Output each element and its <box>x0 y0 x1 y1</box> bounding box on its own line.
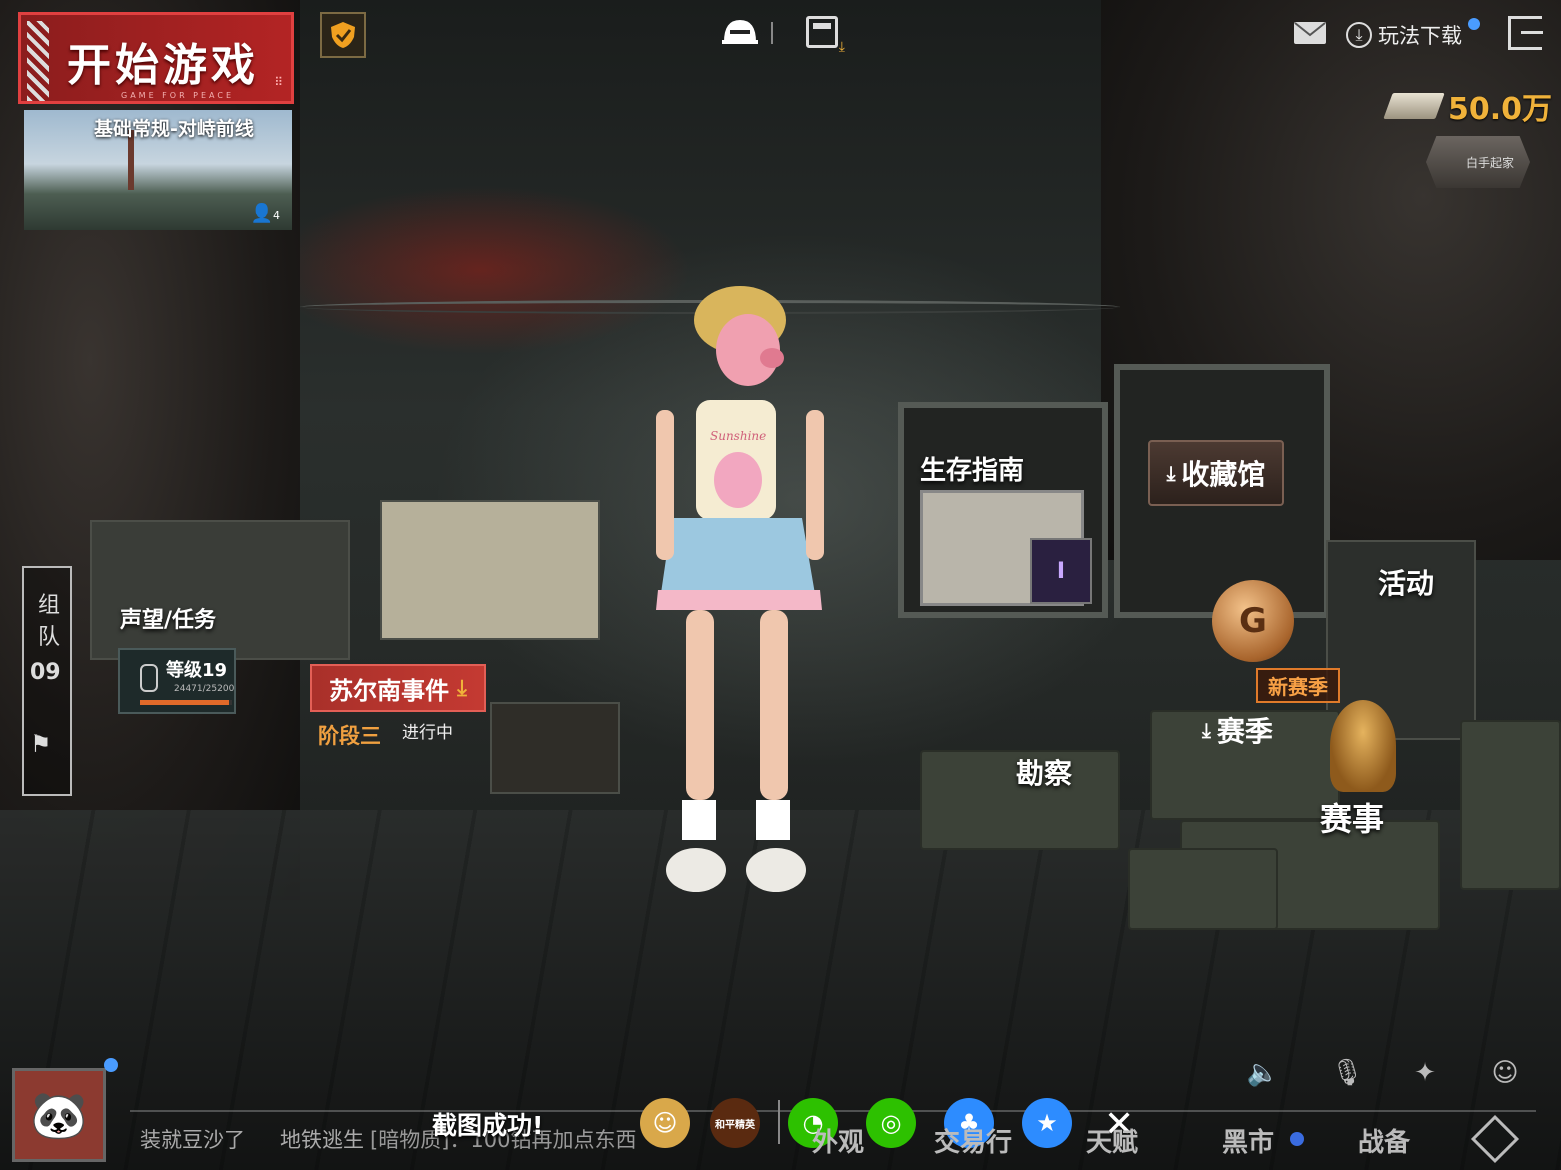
title-badge[interactable]: 白手起家 <box>1426 136 1530 188</box>
event-label: 苏尔南事件 <box>329 676 450 705</box>
shield-icon <box>331 22 355 48</box>
tournament-button[interactable]: 赛事 <box>1320 794 1384 840</box>
event-status: 进行中 <box>402 723 453 743</box>
flag-icon: ⚑ <box>30 730 52 758</box>
season-trophy[interactable]: G <box>1212 580 1294 662</box>
person-icon: 👤 <box>250 203 273 224</box>
notification-dot <box>1290 1132 1304 1146</box>
chat-message-2[interactable]: 地铁逃生 <box>280 1124 364 1154</box>
hazard-stripes <box>27 21 49 101</box>
collection-label: 收藏馆 <box>1181 458 1266 491</box>
player-avatar[interactable]: 🐼 <box>12 1068 106 1162</box>
shirt-text: Sunshine <box>710 429 766 443</box>
badge-label: 白手起家 <box>1465 155 1514 170</box>
screenshot-toast: 截图成功! <box>432 1111 544 1140</box>
team-number: 09 <box>30 660 61 685</box>
reputation-task-button[interactable]: 声望/任务 <box>120 602 216 634</box>
microphone-icon[interactable]: 🎙 <box>1328 1054 1366 1092</box>
download-play-button[interactable]: ⤓ 玩法下载 <box>1346 18 1480 50</box>
speaker-icon[interactable]: 🔈 <box>1244 1054 1282 1092</box>
pegboard <box>380 500 600 640</box>
security-shield-button[interactable] <box>320 12 366 58</box>
mail-icon[interactable] <box>1294 22 1326 44</box>
recon-button[interactable]: 勘察 <box>1016 752 1072 792</box>
mode-select-card[interactable]: 基础常规-对峙前线 👤4 <box>24 110 292 230</box>
old-tv <box>490 702 620 794</box>
level-progress-bar <box>140 700 232 705</box>
event-stage: 阶段三 <box>318 724 381 748</box>
dogtag-icon <box>140 664 158 692</box>
download-icon: ⤓ <box>1202 718 1211 742</box>
crate-5 <box>1128 848 1278 930</box>
level-label: 等级19 <box>166 660 228 681</box>
notification-dot <box>1468 18 1480 30</box>
panda-avatar-icon: 🐼 <box>30 1087 88 1142</box>
rank-badge[interactable]: I <box>1030 538 1092 604</box>
download-icon: ⤓ <box>1346 22 1372 48</box>
cash-icon <box>1383 93 1445 119</box>
emote-icon[interactable]: ☺ <box>1486 1054 1524 1092</box>
team-label: 组队 <box>37 593 60 650</box>
new-season-tag: 新赛季 <box>1256 668 1340 703</box>
event-button[interactable]: 苏尔南事件 ⤓ <box>310 664 486 712</box>
share-game-logo-icon[interactable]: 和平精英 <box>710 1098 760 1148</box>
crate-4 <box>1460 720 1561 890</box>
helmet-icon[interactable] <box>720 16 760 56</box>
collection-button[interactable]: ⤓ 收藏馆 <box>1148 440 1284 506</box>
nav-talent[interactable]: 天赋 <box>1086 1122 1138 1159</box>
player-character[interactable]: Sunshine <box>630 280 850 900</box>
download-play-label: 玩法下载 <box>1378 24 1462 48</box>
season-label: 赛季 <box>1216 715 1273 748</box>
wechat-moments-icon[interactable]: ◎ <box>866 1098 916 1148</box>
start-game-button[interactable]: 开始游戏 GAME FOR PEACE ⠿ <box>18 12 294 104</box>
coin-value: 50.0万 <box>1448 92 1553 127</box>
share-friends-icon[interactable]: ☺ <box>640 1098 690 1148</box>
season-button[interactable]: ⤓ 赛季 <box>1202 710 1273 750</box>
level-card[interactable]: 等级19 24471/25200 <box>118 648 236 714</box>
start-game-label: 开始游戏 <box>67 40 259 91</box>
activity-button[interactable]: 活动 <box>1378 562 1434 602</box>
chat-message-1[interactable]: 装就豆沙了 <box>140 1124 245 1154</box>
nav-trade[interactable]: 交易行 <box>934 1122 1012 1159</box>
exit-icon[interactable] <box>1508 16 1543 50</box>
workbench-left <box>90 520 350 660</box>
team-size-icon: 👤4 <box>251 203 280 224</box>
level-xp: 24471/25200 <box>174 684 235 694</box>
nav-market[interactable]: 黑市 <box>1222 1122 1274 1159</box>
nav-gear[interactable]: 战备 <box>1358 1122 1410 1159</box>
tournament-trophy[interactable] <box>1330 700 1396 792</box>
magic-wand-icon[interactable]: ✦ <box>1406 1054 1444 1092</box>
grip-icon: ⠿ <box>274 75 283 89</box>
calculator-icon[interactable]: ⤓ <box>806 16 845 55</box>
qzone-icon[interactable]: ★ <box>1022 1098 1072 1148</box>
team-size: 4 <box>273 209 280 222</box>
start-game-subtitle: GAME FOR PEACE <box>121 91 235 100</box>
notification-dot <box>104 1058 118 1072</box>
mode-label: 基础常规-对峙前线 <box>94 118 254 140</box>
currency-display[interactable]: 50.0万 <box>1383 84 1553 128</box>
game-logo-text: 和平精英 <box>715 1119 755 1131</box>
survival-guide-button[interactable]: 生存指南 <box>920 450 1024 487</box>
nav-appearance[interactable]: 外观 <box>812 1122 864 1159</box>
download-icon: ⤓ <box>1166 461 1176 485</box>
level-progress-fill <box>140 700 230 705</box>
download-icon: ⤓ <box>457 675 467 701</box>
team-panel[interactable]: 组队 09 ⚑ <box>22 566 72 796</box>
